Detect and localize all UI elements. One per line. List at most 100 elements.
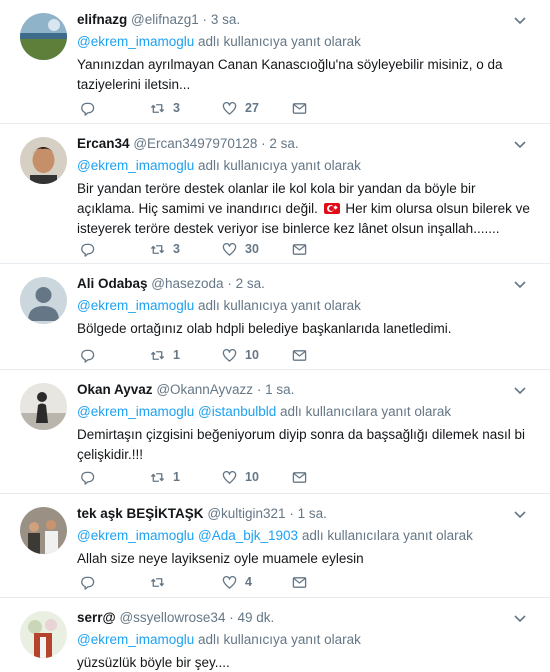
reply-button[interactable] xyxy=(80,467,103,487)
separator-dot: · xyxy=(202,12,208,27)
like-count: 10 xyxy=(245,348,259,362)
display-name[interactable]: tek aşk BEŞİKTAŞK xyxy=(77,506,204,521)
mention-link[interactable]: @ekrem_imamoglu xyxy=(77,632,194,647)
like-button[interactable]: 30 xyxy=(222,239,259,259)
mention-link[interactable]: @ekrem_imamoglu xyxy=(77,158,194,173)
like-button[interactable]: 10 xyxy=(222,467,259,487)
envelope-icon xyxy=(292,471,307,483)
username[interactable]: @hasezoda xyxy=(151,276,223,291)
retweet-icon xyxy=(150,472,165,482)
replying-label: adlı kullanıcılara yanıt olarak xyxy=(280,404,452,419)
separator-dot: · xyxy=(289,506,294,521)
chevron-down-icon[interactable] xyxy=(512,506,528,522)
reply-icon xyxy=(81,471,95,485)
reply-button[interactable] xyxy=(80,98,103,118)
retweet-count: 1 xyxy=(173,470,180,484)
direct-message-button[interactable] xyxy=(292,98,307,118)
timestamp[interactable]: 3 sa. xyxy=(211,12,240,27)
mention-link[interactable]: @ekrem_imamoglu xyxy=(77,528,194,543)
direct-message-button[interactable] xyxy=(292,467,307,487)
username[interactable]: @ssyellowrose34 xyxy=(119,610,225,625)
mention-link[interactable]: @ekrem_imamoglu xyxy=(77,298,194,313)
retweet-count: 3 xyxy=(173,101,180,115)
mention-link[interactable]: @istanbulbld xyxy=(198,404,276,419)
like-button[interactable]: 4 xyxy=(222,572,252,592)
chevron-down-icon[interactable] xyxy=(512,382,528,398)
reply-icon xyxy=(81,576,95,590)
heart-icon xyxy=(222,242,237,256)
envelope-icon xyxy=(292,243,307,255)
retweet-button[interactable]: 3 xyxy=(150,239,180,259)
replying-to: @ekrem_imamoglu adlı kullanıcıya yanıt o… xyxy=(77,157,536,175)
separator-dot: · xyxy=(261,136,266,151)
tweet-text: Bölgede ortağınız olab hdpli belediye ba… xyxy=(77,321,452,336)
display-name[interactable]: Okan Ayvaz xyxy=(77,382,153,397)
tweet[interactable]: tek aşk BEŞİKTAŞK @kultigin321 · 1 sa. @… xyxy=(0,494,550,598)
chevron-down-icon[interactable] xyxy=(512,12,528,28)
mention-link[interactable]: @ekrem_imamoglu xyxy=(77,404,194,419)
heart-icon xyxy=(222,101,237,115)
replying-label: adlı kullanıcıya yanıt olarak xyxy=(198,34,361,49)
timestamp[interactable]: 49 dk. xyxy=(237,610,274,625)
avatar[interactable] xyxy=(20,383,67,430)
display-name[interactable]: Ali Odabaş xyxy=(77,276,148,291)
direct-message-button[interactable] xyxy=(292,239,307,259)
reply-button[interactable] xyxy=(80,345,103,365)
heart-icon xyxy=(222,575,237,589)
envelope-icon xyxy=(292,102,307,114)
landscape-photo-icon xyxy=(20,13,67,60)
retweet-button[interactable] xyxy=(150,572,173,592)
username[interactable]: @OkannAyvazz xyxy=(156,382,253,397)
chevron-down-icon[interactable] xyxy=(512,610,528,626)
display-name[interactable]: serr@ xyxy=(77,610,116,625)
retweet-button[interactable]: 1 xyxy=(150,467,180,487)
display-name[interactable]: elifnazg xyxy=(77,12,127,27)
direct-message-button[interactable] xyxy=(292,572,307,592)
username[interactable]: @Ercan3497970128 xyxy=(133,136,257,151)
avatar[interactable] xyxy=(20,611,67,658)
timestamp[interactable]: 1 sa. xyxy=(265,382,294,397)
replying-label: adlı kullanıcıya yanıt olarak xyxy=(198,158,361,173)
timestamp[interactable]: 2 sa. xyxy=(236,276,265,291)
reply-button[interactable] xyxy=(80,572,103,592)
avatar[interactable] xyxy=(20,137,67,184)
tweet[interactable]: Ercan34 @Ercan3497970128 · 2 sa. @ekrem_… xyxy=(0,124,550,264)
tweet[interactable]: Ali Odabaş @hasezoda · 2 sa. @ekrem_imam… xyxy=(0,264,550,370)
tweet-text: Yanınızdan ayrılmayan Canan Kanascıoğlu'… xyxy=(77,57,503,92)
tweet-actions: 1 10 xyxy=(77,467,317,487)
heart-icon xyxy=(222,348,237,362)
like-button[interactable]: 10 xyxy=(222,345,259,365)
tweet-text: Allah size neye layikseniz oyle muamele … xyxy=(77,551,364,566)
retweet-icon xyxy=(150,103,165,113)
chevron-down-icon[interactable] xyxy=(512,136,528,152)
like-count: 10 xyxy=(245,470,259,484)
username[interactable]: @elifnazg1 xyxy=(131,12,199,27)
direct-message-button[interactable] xyxy=(292,345,307,365)
avatar[interactable] xyxy=(20,507,67,554)
replying-to: @ekrem_imamoglu adlı kullanıcıya yanıt o… xyxy=(77,33,536,51)
timestamp[interactable]: 2 sa. xyxy=(269,136,298,151)
replying-label: adlı kullanıcıya yanıt olarak xyxy=(198,298,361,313)
retweet-button[interactable]: 1 xyxy=(150,345,180,365)
avatar[interactable] xyxy=(20,277,67,324)
turkey-flag-icon xyxy=(323,203,340,214)
replying-to: @ekrem_imamoglu @istanbulbld adlı kullan… xyxy=(77,403,536,421)
tweet[interactable]: serr@ @ssyellowrose34 · 49 dk. @ekrem_im… xyxy=(0,598,550,672)
envelope-icon xyxy=(292,349,307,361)
replying-to: @ekrem_imamoglu adlı kullanıcıya yanıt o… xyxy=(77,631,536,649)
replying-label: adlı kullanıcılara yanıt olarak xyxy=(301,528,473,543)
reply-button[interactable] xyxy=(80,239,103,259)
username[interactable]: @kultigin321 xyxy=(207,506,285,521)
display-name[interactable]: Ercan34 xyxy=(77,136,130,151)
mention-link[interactable]: @Ada_bjk_1903 xyxy=(198,528,298,543)
avatar[interactable] xyxy=(20,13,67,60)
tweet[interactable]: Okan Ayvaz @OkannAyvazz · 1 sa. @ekrem_i… xyxy=(0,370,550,494)
mention-link[interactable]: @ekrem_imamoglu xyxy=(77,34,194,49)
retweet-button[interactable]: 3 xyxy=(150,98,180,118)
retweet-icon xyxy=(150,350,165,360)
chevron-down-icon[interactable] xyxy=(512,276,528,292)
separator-dot: · xyxy=(229,610,234,625)
like-button[interactable]: 27 xyxy=(222,98,259,118)
timestamp[interactable]: 1 sa. xyxy=(298,506,327,521)
tweet[interactable]: elifnazg @elifnazg1 · 3 sa. @ekrem_imamo… xyxy=(0,0,550,124)
